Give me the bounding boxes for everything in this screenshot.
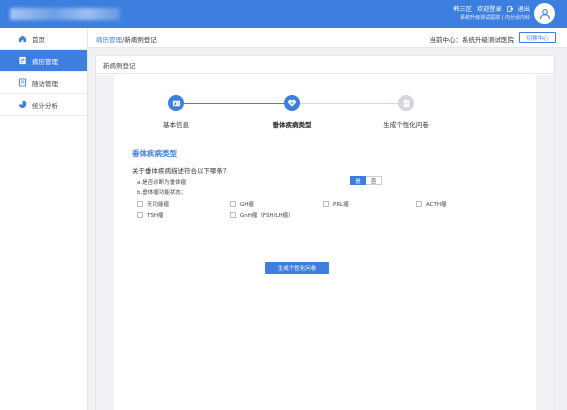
sidebar-item-records[interactable]: 病历管理 — [0, 50, 87, 72]
current-center: 当前中心：系统升级测试医院 — [429, 36, 515, 44]
home-icon — [18, 34, 27, 43]
id-card-icon — [172, 100, 180, 106]
step-label: 基本信息 — [163, 121, 189, 129]
avatar[interactable] — [534, 3, 555, 24]
user-name: 韩三区 — [453, 6, 472, 13]
heart-icon — [288, 99, 296, 107]
step-circle — [168, 95, 184, 111]
checkbox[interactable] — [323, 201, 329, 207]
switch-center-button[interactable]: 切换中心 — [519, 32, 556, 43]
user-icon — [539, 8, 550, 19]
generate-questionnaire-button[interactable]: 生成个性化问卷 — [265, 262, 329, 274]
checkbox[interactable] — [416, 201, 422, 207]
step-questionnaire: 生成个性化问卷 — [368, 95, 444, 129]
breadcrumb-current: 新病例登记 — [124, 36, 157, 44]
sidebar-item-label: 首页 — [32, 35, 45, 44]
step-disease-type: 垂体疾病类型 — [262, 95, 322, 129]
document-icon — [403, 99, 409, 107]
step-circle — [284, 95, 300, 111]
question-a: a.是否诊断为垂体瘤 — [137, 180, 187, 186]
sidebar-item-label: 统计分析 — [32, 101, 58, 110]
sidebar-item-statistics[interactable]: 统计分析 — [0, 94, 87, 116]
sidebar-item-followup[interactable]: 随访管理 — [0, 72, 87, 94]
checkbox[interactable] — [230, 201, 236, 207]
option-gh[interactable]: GH瘤 — [230, 200, 254, 208]
app-logo — [10, 8, 120, 20]
option-prl[interactable]: PRL瘤 — [323, 200, 349, 208]
section-title: 垂体疾病类型 — [132, 149, 177, 158]
option-tsh[interactable]: TSH瘤 — [137, 211, 164, 219]
sidebar-item-home[interactable]: 首页 — [0, 28, 87, 50]
sidebar-item-label: 随访管理 — [32, 79, 58, 88]
yes-no-toggle: 是 否 — [350, 176, 382, 185]
checkbox[interactable] — [137, 212, 143, 218]
left-gutter — [96, 75, 114, 410]
card-title: 新病例登记 — [96, 56, 554, 74]
user-info: 韩三区 欢迎登录 退出 系统升级测试医院 | 内分泌内科 — [450, 5, 530, 23]
sidebar-item-label: 病历管理 — [32, 57, 58, 66]
step-label: 生成个性化问卷 — [383, 121, 429, 129]
welcome-text: 欢迎登录 — [476, 6, 502, 13]
top-header: 韩三区 欢迎登录 退出 系统升级测试医院 | 内分泌内科 — [0, 0, 567, 28]
option-gnh[interactable]: GnH瘤（FSH/LH瘤） — [230, 211, 294, 219]
checkbox[interactable] — [230, 212, 236, 218]
checkbox[interactable] — [137, 201, 143, 207]
followup-icon — [18, 78, 27, 87]
question-text: 关于垂体疾病描述符合以下哪条？ — [132, 167, 230, 175]
breadcrumb: 病历管理/新病例登记 — [96, 34, 157, 44]
step-circle — [398, 95, 414, 111]
option-nonfunctional[interactable]: 无功能瘤 — [137, 200, 169, 208]
org-line: 系统升级测试医院 | 内分泌内科 — [460, 15, 530, 21]
sidebar: 首页 病历管理 随访管理 统计分析 — [0, 28, 88, 410]
breadcrumb-parent[interactable]: 病历管理 — [96, 36, 122, 44]
breadcrumb-bar: 病历管理/新病例登记 当前中心：系统升级测试医院 切换中心 — [88, 28, 567, 48]
logout-link[interactable]: 退出 — [506, 6, 530, 13]
logout-icon — [506, 6, 514, 12]
step-label: 垂体疾病类型 — [272, 121, 312, 129]
step-basic-info: 基本信息 — [146, 95, 206, 129]
option-acth[interactable]: ACTH瘤 — [416, 200, 447, 208]
record-icon — [18, 56, 27, 65]
right-gutter — [536, 75, 554, 410]
pie-chart-icon — [18, 100, 27, 109]
yes-button[interactable]: 是 — [350, 176, 366, 185]
no-button[interactable]: 否 — [366, 176, 382, 185]
main-card: 新病例登记 基本信息 垂体疾病类型 生成个性化问卷 垂体疾病类型 关于垂体疾病描… — [95, 55, 555, 410]
question-b: b.垂体瘤功能状态： — [137, 190, 187, 196]
